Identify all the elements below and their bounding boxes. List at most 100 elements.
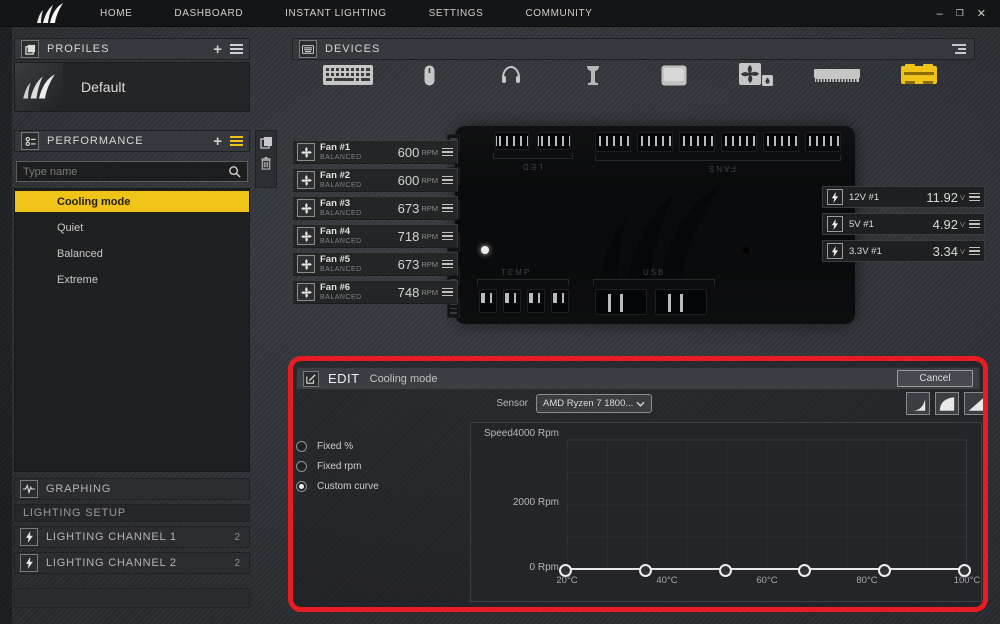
fan-row-4[interactable]: Fan #4BALANCED 718 RPM <box>292 224 458 248</box>
voltage-value: 4.92 <box>933 217 958 232</box>
nav-community[interactable]: COMMUNITY <box>525 8 592 19</box>
usb-port <box>595 289 647 315</box>
device-headset[interactable] <box>483 65 539 85</box>
lighting-channel-2-row[interactable]: LIGHTING CHANNEL 2 2 <box>14 552 250 574</box>
commander-pro-device-image: LED FANS TEMP USB <box>455 126 855 324</box>
voltage-menu-button[interactable] <box>969 220 980 229</box>
devices-icon <box>299 40 317 58</box>
cancel-button[interactable]: Cancel <box>897 370 973 387</box>
x-tick-label: 80°C <box>856 575 877 586</box>
fan-name: Fan #2 <box>320 171 398 181</box>
radio-button-icon[interactable] <box>296 461 307 472</box>
fan-icon <box>297 171 315 189</box>
lighting-channel-2-count: 2 <box>234 558 240 569</box>
mode-search-input[interactable] <box>23 166 228 178</box>
maximize-icon[interactable]: ❒ <box>956 8 964 19</box>
fan-menu-button[interactable] <box>442 232 453 241</box>
fan-menu-button[interactable] <box>442 260 453 269</box>
voltage-row-5v[interactable]: 5V #1 4.92 V <box>822 213 985 235</box>
fan-rpm-unit: RPM <box>421 260 438 269</box>
mode-item-cooling-mode[interactable]: Cooling mode <box>15 191 249 212</box>
devices-panel-header: DEVICES <box>292 38 975 60</box>
radio-button-icon[interactable] <box>296 481 307 492</box>
fan-row-6[interactable]: Fan #6BALANCED 748 RPM <box>292 280 458 304</box>
fan-row-1[interactable]: Fan #1BALANCED 600 RPM <box>292 140 458 164</box>
profile-name: Default <box>81 79 125 95</box>
fan-curve-line <box>567 568 966 570</box>
lighting-setup-label: LIGHTING SETUP <box>23 507 126 519</box>
radio-custom-curve[interactable]: Custom curve <box>296 476 466 496</box>
devices-title: DEVICES <box>325 43 952 55</box>
voltage-row-12v[interactable]: 12V #1 11.92 V <box>822 186 985 208</box>
main-nav: HOME DASHBOARD INSTANT LIGHTING SETTINGS… <box>100 8 593 19</box>
voltage-unit: V <box>960 193 965 202</box>
voltage-value: 3.34 <box>933 244 958 259</box>
fan-row-3[interactable]: Fan #3BALANCED 673 RPM <box>292 196 458 220</box>
fan-mode: BALANCED <box>320 182 398 189</box>
fan-mode: BALANCED <box>320 154 398 161</box>
performance-icon <box>21 132 39 150</box>
lighting-setup-row[interactable]: LIGHTING SETUP <box>14 504 250 522</box>
voltage-row-3.3v[interactable]: 3.3V #1 3.34 V <box>822 240 985 262</box>
corsair-logo-icon[interactable] <box>36 3 64 24</box>
radio-fixed-rpm[interactable]: Fixed rpm <box>296 456 466 476</box>
fan-menu-button[interactable] <box>442 148 453 157</box>
curve-plot-area[interactable] <box>567 439 967 569</box>
radio-label: Fixed rpm <box>317 461 361 472</box>
nav-instant-lighting[interactable]: INSTANT LIGHTING <box>285 8 386 19</box>
fan-menu-button[interactable] <box>442 288 453 297</box>
fan-menu-button[interactable] <box>442 204 453 213</box>
nav-home[interactable]: HOME <box>100 8 132 19</box>
device-memory-module[interactable] <box>809 67 865 83</box>
usb-port <box>655 289 707 315</box>
profile-item-default[interactable]: Default <box>14 62 250 112</box>
performance-menu-button[interactable] <box>230 136 243 146</box>
mode-item-balanced[interactable]: Balanced <box>15 243 249 264</box>
mode-item-quiet[interactable]: Quiet <box>15 217 249 238</box>
close-icon[interactable]: ✕ <box>977 7 986 20</box>
radio-button-icon[interactable] <box>296 441 307 452</box>
device-commander-pro-selected[interactable] <box>891 64 947 86</box>
mode-item-extreme[interactable]: Extreme <box>15 269 249 290</box>
fan-menu-button[interactable] <box>442 176 453 185</box>
sensor-value: AMD Ryzen 7 1800... <box>543 398 636 409</box>
performance-panel-header: PERFORMANCE + <box>14 130 250 152</box>
device-mouse[interactable] <box>402 65 458 86</box>
balanced-curve-preset-icon[interactable] <box>935 392 959 415</box>
fan-name: Fan #5 <box>320 255 398 265</box>
voltage-value: 11.92 <box>926 190 958 205</box>
led-ports-label: LED <box>521 162 543 171</box>
minimize-icon[interactable]: – <box>937 8 943 20</box>
performance-curve-preset-icon[interactable] <box>964 392 988 415</box>
sensor-dropdown[interactable]: AMD Ryzen 7 1800... <box>536 394 652 413</box>
nav-settings[interactable]: SETTINGS <box>429 8 484 19</box>
device-mousepad[interactable] <box>646 65 702 86</box>
nav-dashboard[interactable]: DASHBOARD <box>174 8 243 19</box>
status-led-white <box>481 246 489 254</box>
temp-port <box>527 289 545 313</box>
device-headset-stand[interactable] <box>565 65 621 86</box>
quiet-curve-preset-icon[interactable] <box>906 392 930 415</box>
fan-rpm-unit: RPM <box>421 148 438 157</box>
fan-row-5[interactable]: Fan #5BALANCED 673 RPM <box>292 252 458 276</box>
add-profile-button[interactable]: + <box>213 42 222 57</box>
voltage-menu-button[interactable] <box>969 193 980 202</box>
fan-port <box>637 132 673 152</box>
delete-icon[interactable] <box>260 157 272 170</box>
fan-rpm-value: 600 <box>398 173 420 188</box>
device-keyboard[interactable] <box>320 65 376 85</box>
chevron-down-icon <box>636 401 645 407</box>
devices-filter-icon[interactable] <box>952 44 966 54</box>
add-performance-mode-button[interactable]: + <box>213 134 222 149</box>
profiles-menu-button[interactable] <box>230 44 243 54</box>
fan-row-2[interactable]: Fan #2BALANCED 600 RPM <box>292 168 458 192</box>
lighting-channel-1-row[interactable]: LIGHTING CHANNEL 1 2 <box>14 526 250 548</box>
graphing-row[interactable]: GRAPHING <box>14 478 250 500</box>
status-led-dark <box>743 247 749 253</box>
fan-rpm-value: 673 <box>398 257 420 272</box>
radio-fixed-percent[interactable]: Fixed % <box>296 436 466 456</box>
duplicate-icon[interactable] <box>260 136 273 149</box>
voltage-unit: V <box>960 220 965 229</box>
device-liquid-cooler[interactable] <box>728 63 784 87</box>
voltage-menu-button[interactable] <box>969 247 980 256</box>
